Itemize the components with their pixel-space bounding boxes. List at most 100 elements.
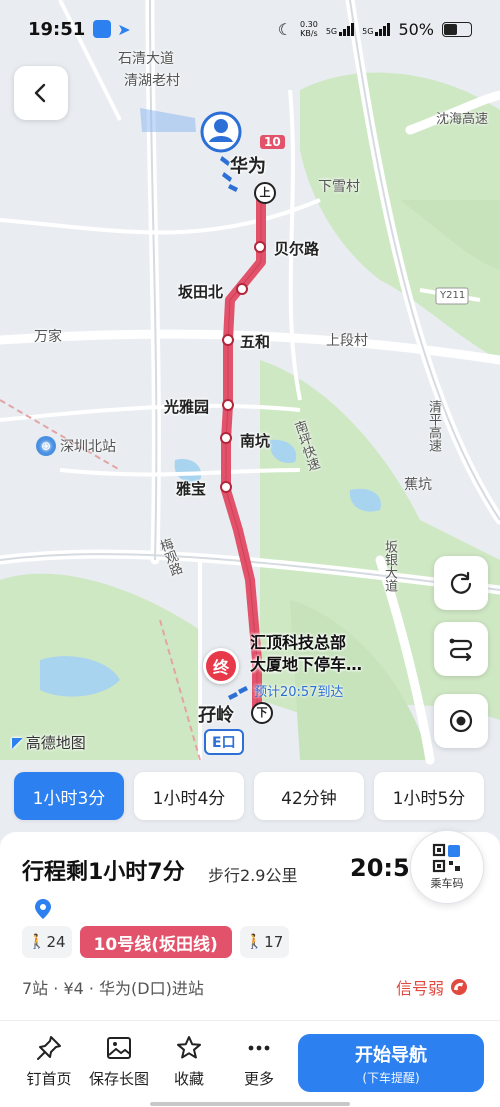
network-speed: 0.30 KB/s [300, 20, 318, 38]
station-label-beier-road: 贝尔路 [274, 240, 320, 258]
favorite-label: 收藏 [173, 1070, 204, 1088]
line-badge: 10 [260, 135, 285, 149]
trip-summary: 行程剩1小时7分 [22, 860, 185, 885]
station-label-yaling: 孖岭 [198, 705, 234, 726]
walk-step-before: 🚶 24 [22, 926, 72, 958]
back-button[interactable] [14, 66, 68, 120]
exit-badge: E口 [204, 729, 244, 755]
battery-icon [442, 21, 472, 37]
map-label-shenhai-expressway: 沈海高速 [436, 112, 489, 127]
board-marker: 上 [259, 186, 271, 199]
map-label-shenzhen-north-text: 深圳北站 [60, 439, 116, 455]
save-image-button[interactable]: 保存长图 [84, 1034, 154, 1089]
qr-code-icon [432, 843, 460, 873]
sim1-label: 5G [325, 27, 338, 36]
start-navigation-button[interactable]: 开始导航 (下车提醒) [298, 1034, 484, 1092]
map-view[interactable]: 石清大道 清湖老村 沈海高速 下雪村 Y211 万家 上段村 ⊕ 深圳北站 南坪… [0, 0, 500, 840]
route-tab-3[interactable]: 42分钟 [254, 772, 364, 820]
signal-bars-icon [339, 22, 355, 36]
network-speed-value: 0.30 [300, 20, 318, 29]
home-indicator[interactable] [150, 1102, 350, 1106]
signal-weak-text: 信号弱 [396, 979, 445, 998]
location-arrow-icon: ➤ [117, 19, 131, 39]
route-detail-sheet[interactable]: 行程剩1小时7分 步行2.9公里 20:57 乘车码 🚶 24 10号线(坂田线… [0, 830, 500, 1107]
do-not-disturb-icon: ☾ [277, 19, 293, 39]
map-label-bantian-avenue: 坂银大道 [382, 540, 397, 592]
more-button[interactable]: 更多 [224, 1034, 294, 1089]
amap-logo: ◤ 高德地图 [12, 732, 86, 753]
status-bar: 19:51 ➤ ☾ 0.30 KB/s 5G 5G 50% [0, 0, 500, 58]
refresh-button[interactable] [434, 556, 488, 610]
route-tab-4[interactable]: 1小时5分 [374, 772, 484, 820]
amap-logo-icon: ◤ [12, 734, 23, 751]
route-tab-2[interactable]: 1小时4分 [134, 772, 244, 820]
status-time: 19:51 [28, 18, 86, 40]
destination-eta: 预计20:57到达 [254, 685, 344, 700]
start-navigation-label: 开始导航 [355, 1044, 427, 1066]
walk-step-after-value: 17 [264, 933, 284, 951]
battery-percent: 50% [398, 19, 434, 39]
map-label-xiaxuecun: 下雪村 [318, 179, 360, 195]
image-icon [107, 1037, 131, 1059]
pin-home-button[interactable]: 钉首页 [14, 1034, 84, 1089]
station-label-wuhe: 五和 [240, 333, 271, 351]
alight-marker: 下 [256, 706, 268, 719]
ride-code-button[interactable]: 乘车码 [410, 830, 484, 904]
route-tab-1[interactable]: 1小时3分 [14, 772, 124, 820]
location-pin-icon [35, 899, 51, 919]
signal-1: 5G [325, 22, 355, 36]
trip-meta: 7站 · ¥4 · 华为(D口)进站 [22, 979, 204, 998]
sheet-divider [0, 1020, 500, 1021]
route-steps[interactable]: 🚶 24 10号线(坂田线) 🚶 17 [22, 926, 290, 958]
destination-name[interactable]: 汇顶科技总部 大厦地下停车… [250, 632, 362, 676]
network-speed-unit: KB/s [300, 29, 318, 38]
signal-weak-indicator[interactable]: 信号弱 [396, 975, 468, 999]
chevron-left-icon [34, 83, 46, 103]
walk-step-before-value: 24 [46, 933, 66, 951]
destination-name-line1: 汇顶科技总部 [250, 633, 347, 652]
map-label-shangduancun: 上段村 [326, 333, 368, 349]
refresh-icon [450, 571, 472, 594]
destination-name-line2: 大厦地下停车… [250, 655, 363, 674]
walk-step-after: 🚶 17 [239, 926, 290, 958]
sim2-label: 5G [362, 27, 374, 36]
app-notification-icon [93, 20, 112, 38]
signal-2: 5G [362, 22, 391, 36]
amap-logo-text: 高德地图 [25, 734, 86, 752]
favorite-button[interactable]: 收藏 [154, 1034, 224, 1089]
map-label-qinghu-old-village: 清湖老村 [124, 73, 180, 89]
more-label: 更多 [243, 1070, 274, 1088]
map-label-y211: Y211 [440, 290, 466, 301]
star-icon [177, 1036, 201, 1059]
walk-icon: 🚶 [28, 934, 46, 950]
map-label-jiaokeng: 蕉坑 [404, 477, 432, 493]
more-dots-icon [248, 1045, 270, 1051]
station-label-yabao: 雅宝 [176, 480, 207, 498]
battery-fill [444, 23, 457, 35]
route-switch-icon [449, 638, 473, 662]
station-label-huawei: 华为 [230, 156, 266, 177]
action-bar: 钉首页 保存长图 收藏 更多 开始导航 (下车提醒) [0, 1028, 500, 1098]
locate-icon [449, 709, 473, 733]
route-switch-button[interactable] [434, 622, 488, 676]
map-label-wanjia: 万家 [34, 329, 62, 345]
station-label-nankeng: 南坑 [240, 432, 271, 450]
locate-button[interactable] [434, 694, 488, 748]
walk-icon: 🚶 [245, 934, 264, 950]
station-icon: ⊕ [36, 436, 56, 456]
station-label-guangyayuan: 光雅园 [164, 398, 210, 416]
signal-weak-icon [451, 979, 468, 995]
signal-bars-icon [375, 22, 391, 36]
start-navigation-sublabel: (下车提醒) [362, 1070, 420, 1085]
map-label-qingping-expressway: 清平高速 [426, 400, 441, 452]
ride-code-label: 乘车码 [430, 877, 464, 890]
map-label-shenzhen-north: ⊕ 深圳北站 [36, 436, 116, 456]
pin-home-label: 钉首页 [26, 1070, 72, 1088]
walk-distance: 步行2.9公里 [208, 866, 298, 885]
metro-line-chip: 10号线(坂田线) [79, 926, 232, 958]
route-options: 1小时3分 1小时4分 42分钟 1小时5分 [14, 772, 484, 820]
pin-icon [37, 1036, 61, 1060]
destination-marker[interactable]: 终 [203, 648, 239, 684]
station-label-bantian-north: 坂田北 [178, 283, 224, 301]
save-image-label: 保存长图 [88, 1070, 149, 1088]
